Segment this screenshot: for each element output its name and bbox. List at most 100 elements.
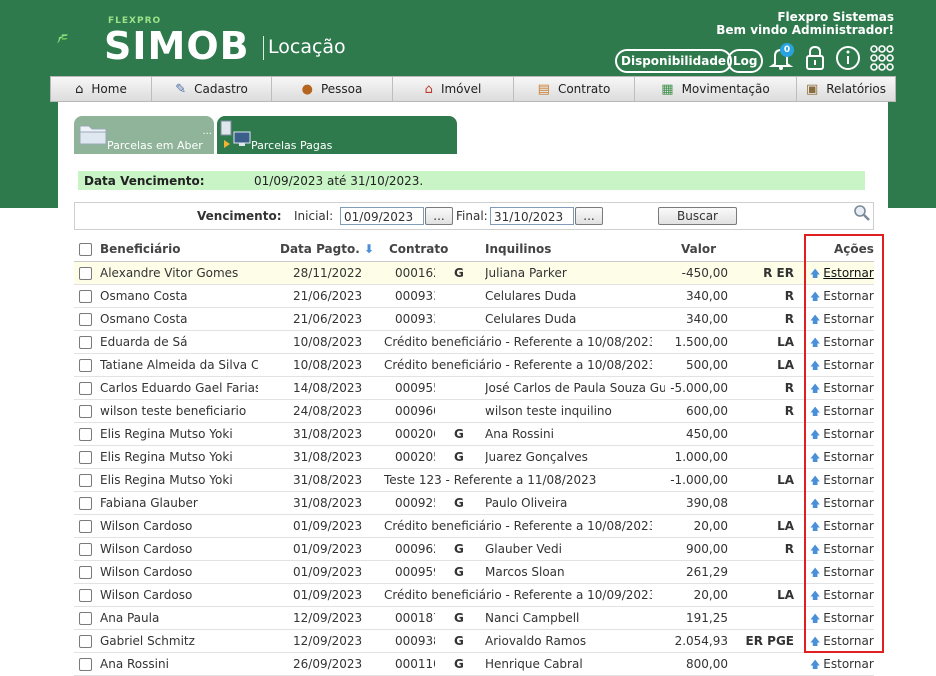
availability-button[interactable]: Disponibilidade (615, 49, 733, 73)
contract-cell: 000187 (395, 611, 435, 625)
table-row[interactable]: Carlos Eduardo Gael Farias 14/08/2023 0009… (74, 377, 874, 400)
beneficiario-cell: Fabiana Glauber (100, 496, 198, 510)
tab-parcelas-pagas[interactable]: Parcelas Pagas (217, 116, 457, 154)
tab-ellipsis: ... (202, 126, 212, 137)
row-checkbox[interactable] (79, 520, 92, 533)
nav-cadastro[interactable]: ✎ Cadastro (152, 77, 272, 101)
nav-label: Home (91, 82, 127, 96)
table-row[interactable]: Elis Regina Mutso Yoki 31/08/2023 Teste 12… (74, 469, 874, 492)
search-icon[interactable] (853, 204, 871, 222)
row-checkbox[interactable] (79, 635, 92, 648)
nav-movimentacao[interactable]: ▦ Movimentação (635, 77, 797, 101)
status-flags: ER PGE (745, 634, 794, 648)
nav-pessoa[interactable]: ● Pessoa (272, 77, 393, 101)
folder-icon (79, 125, 107, 145)
row-checkbox[interactable] (79, 566, 92, 579)
initial-date-input[interactable]: 01/09/2023 (340, 207, 424, 225)
row-checkbox[interactable] (79, 267, 92, 280)
row-checkbox[interactable] (79, 474, 92, 487)
due-date-summary: Data Vencimento: 01/09/2023 até 31/10/20… (78, 171, 865, 190)
select-all-checkbox[interactable] (79, 243, 92, 256)
value-cell: 600,00 (686, 404, 728, 418)
row-checkbox[interactable] (79, 612, 92, 625)
row-checkbox[interactable] (79, 543, 92, 556)
nav-contrato[interactable]: ▤ Contrato (514, 77, 635, 101)
nav-label: Contrato (557, 82, 611, 96)
lock-icon[interactable] (802, 44, 828, 72)
tenant-cell: Henrique Cabral (485, 657, 583, 671)
tenant-cell: Juliana Parker (485, 266, 567, 280)
main-nav: ⌂ Home ✎ Cadastro ● Pessoa ⌂ Imóvel ▤ Contrat… (50, 76, 896, 102)
row-checkbox[interactable] (79, 428, 92, 441)
row-checkbox[interactable] (79, 313, 92, 326)
col-valor[interactable]: Valor (681, 242, 716, 256)
table-row[interactable]: Gabriel Schmitz 12/09/2023 000938 G Ariovald… (74, 630, 874, 653)
estornar-action[interactable]: 🡅 Estornar (810, 657, 874, 675)
value-cell: 261,29 (686, 565, 728, 579)
table-row[interactable]: Osmano Costa 21/06/2023 000933 Celulares Du… (74, 285, 874, 308)
nav-home[interactable]: ⌂ Home (51, 77, 152, 101)
nav-label: Imóvel (440, 82, 482, 96)
value-cell: 340,00 (686, 289, 728, 303)
col-inquilinos[interactable]: Inquilinos (485, 242, 665, 256)
table-row[interactable]: Ana Rossini 26/09/2023 000110 G Henrique Cab… (74, 653, 874, 676)
table-row[interactable]: Eduarda de Sá 10/08/2023 Crédito beneficiá… (74, 331, 874, 354)
tenant-cell: wilson teste inquilino (485, 404, 612, 418)
nav-relatorios[interactable]: ▣ Relatórios (797, 77, 895, 101)
row-checkbox[interactable] (79, 658, 92, 671)
date-cell: 21/06/2023 (293, 289, 363, 303)
table-row[interactable]: Fabiana Glauber 31/08/2023 000925 G Paulo Ol… (74, 492, 874, 515)
guarantee-flag: G (454, 496, 464, 510)
table-row[interactable]: Wilson Cardoso 01/09/2023 Crédito benefici… (74, 584, 874, 607)
col-beneficiario[interactable]: Beneficiário (100, 242, 258, 256)
row-checkbox[interactable] (79, 290, 92, 303)
user-info: Flexpro Sistemas Bem vindo Administrador… (716, 11, 894, 37)
initial-date-picker-button[interactable]: ... (425, 207, 453, 225)
table-row[interactable]: Elis Regina Mutso Yoki 31/08/2023 000206 G A… (74, 423, 874, 446)
row-checkbox[interactable] (79, 336, 92, 349)
col-data-label: Data Pagto. (280, 242, 360, 256)
status-flags: R (784, 404, 794, 418)
table-row[interactable]: Tatiane Almeida da Silva Cor... 10/08/202… (74, 354, 874, 377)
tenant-cell: Nanci Campbell (485, 611, 580, 625)
table-row[interactable]: Elis Regina Mutso Yoki 31/08/2023 000205 G J… (74, 446, 874, 469)
row-checkbox[interactable] (79, 451, 92, 464)
col-data-pagto[interactable]: Data Pagto. ⬇ (280, 242, 374, 256)
contract-cell: 000955 (395, 381, 435, 395)
row-checkbox[interactable] (79, 589, 92, 602)
date-cell: 28/11/2022 (293, 266, 363, 280)
table-row[interactable]: Osmano Costa 21/06/2023 000933 Celulares Du… (74, 308, 874, 331)
final-date-picker-button[interactable]: ... (575, 207, 603, 225)
row-checkbox[interactable] (79, 359, 92, 372)
description-cell: Crédito beneficiário - Referente a 10/08… (384, 358, 652, 372)
table-row[interactable]: Wilson Cardoso 01/09/2023 000962 G Glauber V… (74, 538, 874, 561)
value-cell: 2.054,93 (674, 634, 728, 648)
apps-grid-icon[interactable] (869, 44, 895, 72)
status-flags: R (784, 381, 794, 395)
value-cell: -1.000,00 (670, 473, 728, 487)
value-cell: 800,00 (686, 657, 728, 671)
log-button[interactable]: Log (727, 49, 764, 73)
table-row[interactable]: Wilson Cardoso 01/09/2023 000959 G Marcos Sl… (74, 561, 874, 584)
table-row[interactable]: Alexandre Vitor Gomes 28/11/2022 000162 G Ju… (74, 262, 874, 285)
nav-imovel[interactable]: ⌂ Imóvel (393, 77, 514, 101)
date-cell: 31/08/2023 (293, 427, 363, 441)
row-checkbox[interactable] (79, 382, 92, 395)
table-row[interactable]: Wilson Cardoso 01/09/2023 Crédito benefici… (74, 515, 874, 538)
actions-highlight-box (804, 234, 884, 653)
row-checkbox[interactable] (79, 405, 92, 418)
info-icon[interactable] (834, 44, 862, 72)
row-checkbox[interactable] (79, 497, 92, 510)
table-row[interactable]: wilson teste beneficiario 24/08/2023 00096… (74, 400, 874, 423)
final-date-input[interactable]: 31/10/2023 (490, 207, 574, 225)
tab-parcelas-em-aberto[interactable]: Parcelas em Aber ... (74, 116, 214, 154)
beneficiario-cell: Ana Paula (100, 611, 160, 625)
tab-label: Parcelas Pagas (251, 139, 333, 152)
beneficiario-cell: Eduarda de Sá (100, 335, 188, 349)
table-row[interactable]: Ana Paula 12/09/2023 000187 G Nanci Campbell… (74, 607, 874, 630)
date-cell: 31/08/2023 (293, 450, 363, 464)
value-cell: 20,00 (693, 588, 728, 602)
search-button[interactable]: Buscar (658, 207, 737, 225)
brand-name: SIMOB (104, 24, 250, 68)
col-contrato[interactable]: Contrato (389, 242, 448, 256)
